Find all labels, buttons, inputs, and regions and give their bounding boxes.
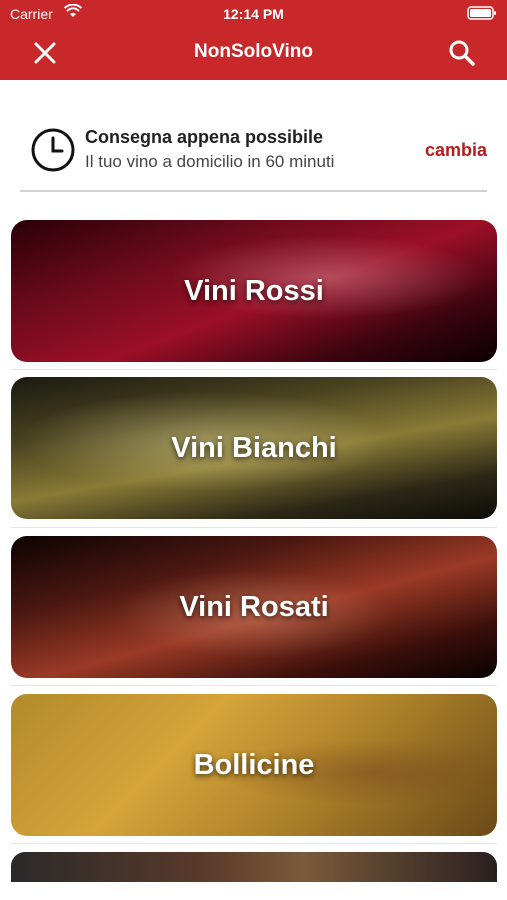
divider <box>11 369 497 370</box>
search-button[interactable] <box>445 36 479 70</box>
app-header: Carrier 12:14 PM NonSoloVino <box>0 0 507 80</box>
battery-icon <box>467 6 496 20</box>
status-time: 12:14 PM <box>223 6 284 22</box>
search-icon <box>449 40 475 66</box>
category-label: Bollicine <box>193 748 315 781</box>
app-title: NonSoloVino <box>194 41 313 62</box>
divider <box>11 843 497 844</box>
delivery-info: Consegna appena possibile Il tuo vino a … <box>20 118 487 192</box>
category-card-partial[interactable] <box>11 852 497 882</box>
divider <box>11 685 497 686</box>
category-label: Vini Rosati <box>179 590 329 623</box>
clock-icon <box>31 128 75 172</box>
delivery-subtitle: Il tuo vino a domicilio in 60 minuti <box>85 152 335 171</box>
divider <box>11 527 497 528</box>
status-bar: Carrier 12:14 PM <box>0 0 507 28</box>
category-card-bollicine[interactable]: Bollicine <box>11 694 497 836</box>
nav-bar: NonSoloVino <box>0 30 507 76</box>
delivery-title: Consegna appena possibile <box>85 127 324 147</box>
change-delivery-link[interactable]: cambia <box>425 140 487 161</box>
category-label: Vini Bianchi <box>171 431 337 464</box>
category-card-vini-rosati[interactable]: Vini Rosati <box>11 536 497 678</box>
divider <box>20 190 487 192</box>
category-card-vini-rossi[interactable]: Vini Rossi <box>11 220 497 362</box>
category-card-vini-bianchi[interactable]: Vini Bianchi <box>11 377 497 519</box>
category-label: Vini Rossi <box>184 274 324 307</box>
